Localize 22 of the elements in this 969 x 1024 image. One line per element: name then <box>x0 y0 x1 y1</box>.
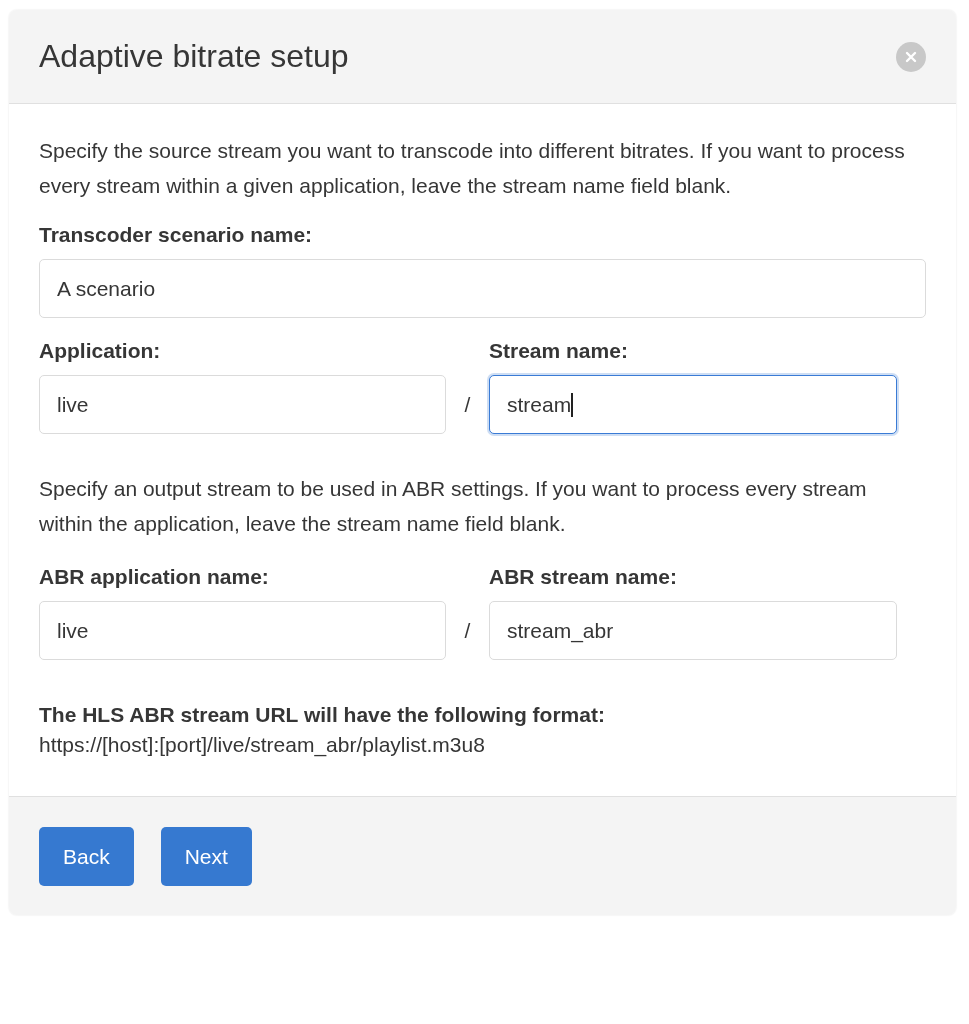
text-caret <box>571 392 574 417</box>
dialog-button[interactable]: Back <box>39 827 134 886</box>
url-format-heading: The HLS ABR stream URL will have the following format: <box>39 702 606 728</box>
slash-separator: / <box>464 618 471 643</box>
instruction-text: Specify an output stream to be used in ABR settings. If you want to process every stream within the application, leave the stream name field blank. <box>39 476 868 537</box>
field-label: Stream name: <box>489 338 629 364</box>
field-label: Application: <box>39 338 162 364</box>
dialog-button[interactable]: Next <box>160 827 252 886</box>
url-example: https://[host]:[port]/live/stream_abr/playlist.m3u8 <box>39 732 486 758</box>
dialog-title: Adaptive bitrate setup <box>39 38 349 75</box>
field-label: Transcoder scenario name: <box>39 222 314 248</box>
input-field[interactable]: stream <box>489 375 897 434</box>
field-label: ABR application name: <box>39 564 270 590</box>
instruction-text: Specify the source stream you want to transcode into different bitrates. If you want to process every stream within a given application, leave the stream name field blank. <box>39 138 906 199</box>
slash-separator: / <box>464 392 471 417</box>
close-button[interactable] <box>896 41 926 72</box>
field-label: ABR stream name: <box>489 564 678 590</box>
input-field[interactable]: live <box>39 601 446 660</box>
input-field[interactable]: stream_abr <box>489 601 897 660</box>
close-icon <box>905 50 917 63</box>
input-field[interactable]: A scenario <box>39 259 926 318</box>
input-field[interactable]: live <box>39 375 446 434</box>
